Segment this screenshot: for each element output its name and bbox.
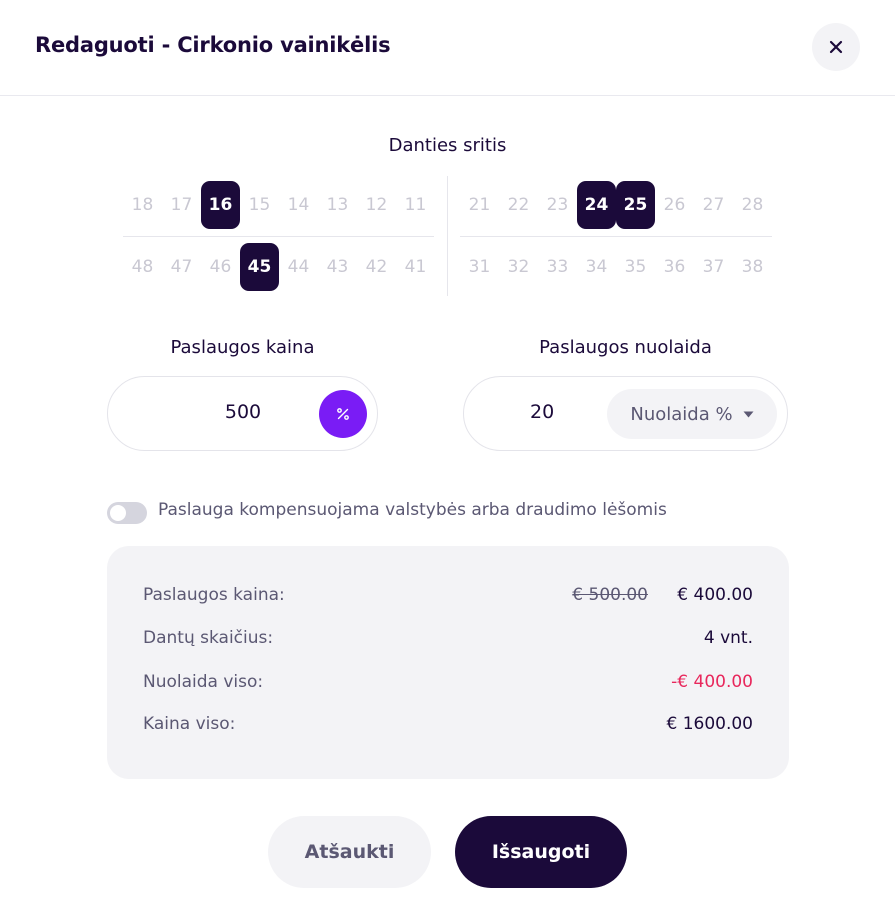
- tooth-21[interactable]: 21: [460, 181, 499, 229]
- tooth-27[interactable]: 27: [694, 181, 733, 229]
- tooth-34[interactable]: 34: [577, 243, 616, 291]
- tooth-18[interactable]: 18: [123, 181, 162, 229]
- summary-total-label: Kaina viso:: [143, 714, 236, 734]
- close-icon: [829, 40, 843, 54]
- price-summary: Paslaugos kaina: € 500.00 € 400.00 Dantų…: [107, 546, 789, 779]
- tooth-28[interactable]: 28: [733, 181, 772, 229]
- dialog-title: Redaguoti - Cirkonio vainikėlis: [35, 33, 391, 57]
- summary-discount-value: -€ 400.00: [671, 672, 753, 692]
- teeth-row-lower-left: 48 47 46 45 44 43 42 41: [123, 243, 435, 291]
- tooth-42[interactable]: 42: [357, 243, 396, 291]
- tooth-17[interactable]: 17: [162, 181, 201, 229]
- teeth-divider-vertical: [447, 176, 448, 296]
- tooth-15[interactable]: 15: [240, 181, 279, 229]
- teeth-divider-right: [460, 236, 772, 237]
- teeth-row-upper-right: 21 22 23 24 25 26 27 28: [460, 181, 772, 229]
- tooth-31[interactable]: 31: [460, 243, 499, 291]
- summary-total-value: € 1600.00: [666, 714, 753, 734]
- tooth-35[interactable]: 35: [616, 243, 655, 291]
- dialog-header: Redaguoti - Cirkonio vainikėlis: [0, 0, 895, 96]
- tooth-41[interactable]: 41: [396, 243, 435, 291]
- summary-count-label: Dantų skaičius:: [143, 628, 274, 648]
- percent-toggle-button[interactable]: [319, 390, 367, 438]
- discount-field[interactable]: 20 Nuolaida %: [463, 376, 788, 451]
- save-button[interactable]: Išsaugoti: [455, 816, 627, 888]
- tooth-36[interactable]: 36: [655, 243, 694, 291]
- teeth-row-upper-left: 18 17 16 15 14 13 12 11: [123, 181, 435, 229]
- caret-down-icon: [743, 411, 754, 417]
- tooth-32[interactable]: 32: [499, 243, 538, 291]
- teeth-row-lower-right: 31 32 33 34 35 36 37 38: [460, 243, 772, 291]
- discount-type-select[interactable]: Nuolaida %: [607, 389, 777, 439]
- summary-count-value: 4 vnt.: [703, 628, 753, 648]
- tooth-22[interactable]: 22: [499, 181, 538, 229]
- close-button[interactable]: [812, 23, 860, 71]
- summary-price-new: € 400.00: [677, 585, 753, 605]
- price-label: Paslaugos kaina: [170, 337, 315, 358]
- tooth-24[interactable]: 24: [577, 181, 616, 229]
- discount-input[interactable]: 20: [530, 401, 554, 423]
- tooth-46[interactable]: 46: [201, 243, 240, 291]
- summary-discount-label: Nuolaida viso:: [143, 672, 264, 692]
- tooth-38[interactable]: 38: [733, 243, 772, 291]
- teeth-section-title: Danties sritis: [388, 135, 507, 156]
- tooth-13[interactable]: 13: [318, 181, 357, 229]
- summary-row-count: Dantų skaičius: 4 vnt.: [143, 628, 753, 652]
- teeth-divider-left: [123, 236, 434, 237]
- summary-row-price: Paslaugos kaina: € 500.00 € 400.00: [143, 585, 753, 609]
- tooth-25[interactable]: 25: [616, 181, 655, 229]
- percent-icon: [337, 408, 349, 420]
- price-field[interactable]: 500: [107, 376, 378, 451]
- discount-type-value: Nuolaida %: [630, 403, 733, 425]
- tooth-16[interactable]: 16: [201, 181, 240, 229]
- tooth-23[interactable]: 23: [538, 181, 577, 229]
- tooth-37[interactable]: 37: [694, 243, 733, 291]
- tooth-26[interactable]: 26: [655, 181, 694, 229]
- tooth-48[interactable]: 48: [123, 243, 162, 291]
- tooth-14[interactable]: 14: [279, 181, 318, 229]
- tooth-11[interactable]: 11: [396, 181, 435, 229]
- toggle-knob: [110, 505, 126, 521]
- tooth-12[interactable]: 12: [357, 181, 396, 229]
- summary-price-old: € 500.00: [572, 585, 648, 605]
- tooth-43[interactable]: 43: [318, 243, 357, 291]
- tooth-33[interactable]: 33: [538, 243, 577, 291]
- tooth-45[interactable]: 45: [240, 243, 279, 291]
- discount-label: Paslaugos nuolaida: [539, 337, 712, 358]
- summary-row-discount: Nuolaida viso: -€ 400.00: [143, 672, 753, 696]
- summary-price-label: Paslaugos kaina:: [143, 585, 285, 605]
- tooth-47[interactable]: 47: [162, 243, 201, 291]
- compensation-label: Paslauga kompensuojama valstybės arba dr…: [158, 500, 667, 520]
- compensation-toggle[interactable]: [107, 502, 147, 524]
- tooth-44[interactable]: 44: [279, 243, 318, 291]
- summary-row-total: Kaina viso: € 1600.00: [143, 714, 753, 738]
- cancel-button[interactable]: Atšaukti: [268, 816, 431, 888]
